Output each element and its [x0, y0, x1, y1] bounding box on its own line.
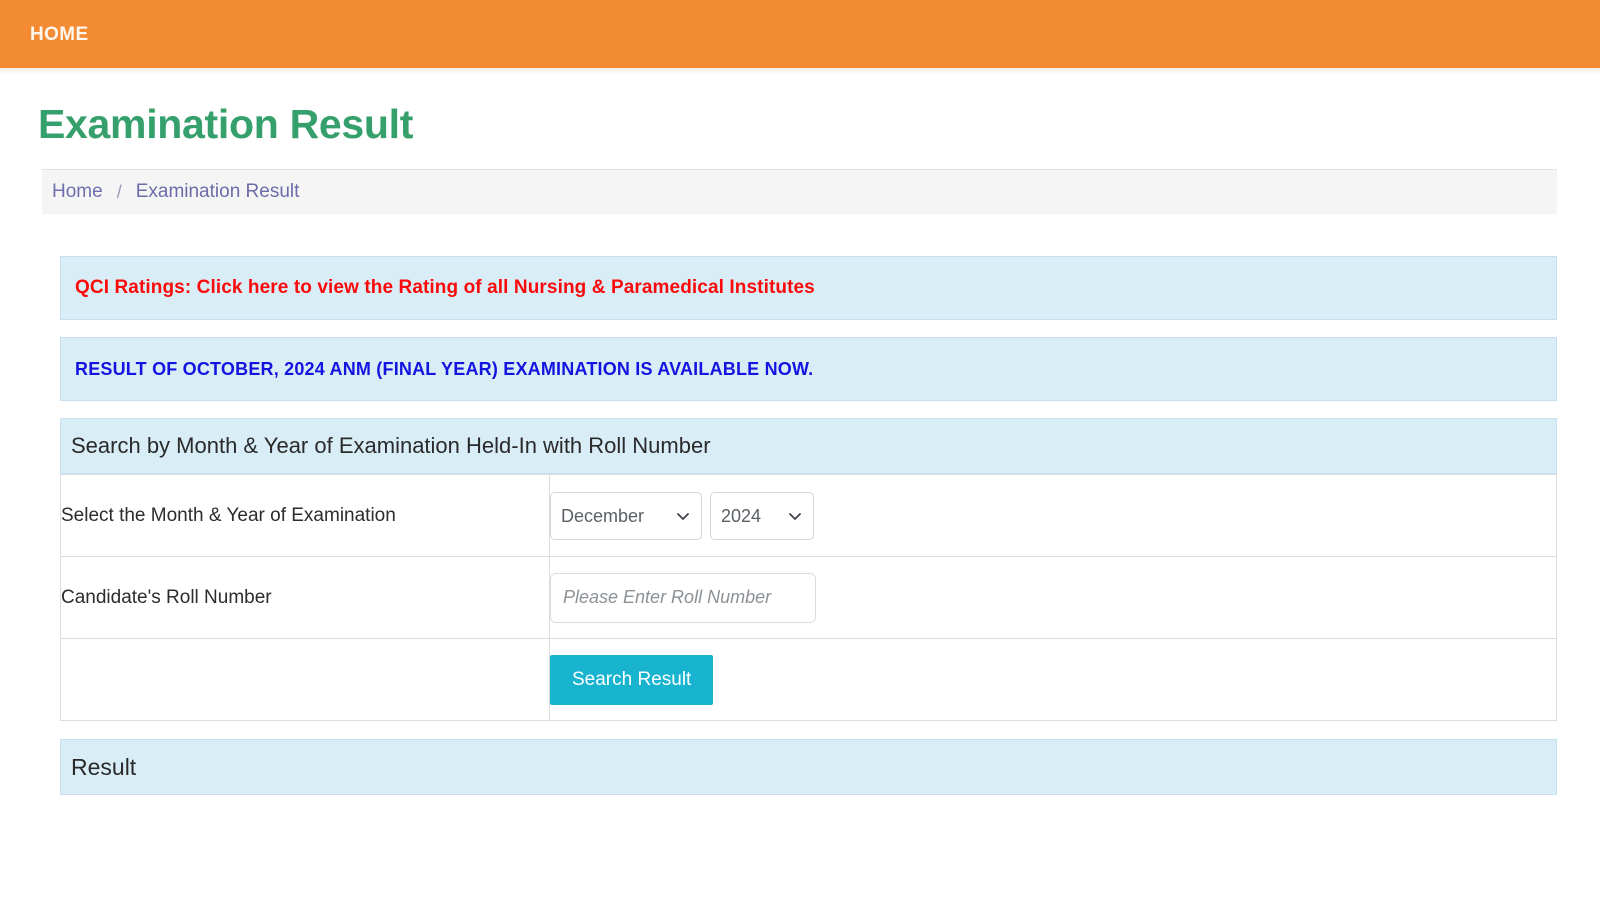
month-select-shell: December — [550, 492, 702, 540]
page-container: Examination Result Home / Examination Re… — [0, 74, 1600, 795]
table-row-roll-number: Candidate's Roll Number — [61, 557, 1557, 639]
field-roll-number — [550, 557, 1557, 639]
top-navigation-bar: HOME — [0, 0, 1600, 68]
breadcrumb: Home / Examination Result — [42, 169, 1557, 214]
breadcrumb-item-current: Examination Result — [136, 182, 300, 201]
search-form-table: Select the Month & Year of Examination D… — [60, 474, 1557, 721]
notice-panel-qci-ratings[interactable]: QCI Ratings: Click here to view the Rati… — [60, 256, 1557, 320]
year-select-shell: 2024 — [710, 492, 814, 540]
main-content: QCI Ratings: Click here to view the Rati… — [0, 256, 1600, 795]
search-panel-heading-label: Search by Month & Year of Examination He… — [71, 435, 711, 457]
month-select[interactable]: December — [550, 492, 702, 540]
breadcrumb-separator: / — [103, 183, 136, 201]
result-announcement-text: RESULT OF OCTOBER, 2024 ANM (FINAL YEAR)… — [75, 359, 813, 380]
top-navigation-inner: HOME — [0, 0, 1600, 68]
breadcrumb-item-home[interactable]: Home — [52, 182, 103, 201]
roll-number-input[interactable] — [550, 573, 816, 623]
table-row-month-year: Select the Month & Year of Examination D… — [61, 475, 1557, 557]
result-panel-heading-label: Result — [71, 756, 136, 779]
label-action-empty — [61, 639, 550, 721]
year-select[interactable]: 2024 — [710, 492, 814, 540]
search-panel-heading: Search by Month & Year of Examination He… — [60, 418, 1557, 474]
nav-item-home[interactable]: HOME — [30, 25, 89, 44]
month-year-select-group: December 2024 — [550, 492, 1556, 540]
table-row-action: Search Result — [61, 639, 1557, 721]
label-month-year: Select the Month & Year of Examination — [61, 475, 550, 557]
search-result-button[interactable]: Search Result — [550, 655, 713, 705]
result-panel-heading: Result — [60, 739, 1557, 795]
field-action: Search Result — [550, 639, 1557, 721]
qci-ratings-link[interactable]: QCI Ratings: Click here to view the Rati… — [75, 277, 815, 299]
field-month-year: December 2024 — [550, 475, 1557, 557]
label-roll-number: Candidate's Roll Number — [61, 557, 550, 639]
page-title: Examination Result — [0, 74, 1600, 147]
notice-panel-result-announcement: RESULT OF OCTOBER, 2024 ANM (FINAL YEAR)… — [60, 337, 1557, 401]
